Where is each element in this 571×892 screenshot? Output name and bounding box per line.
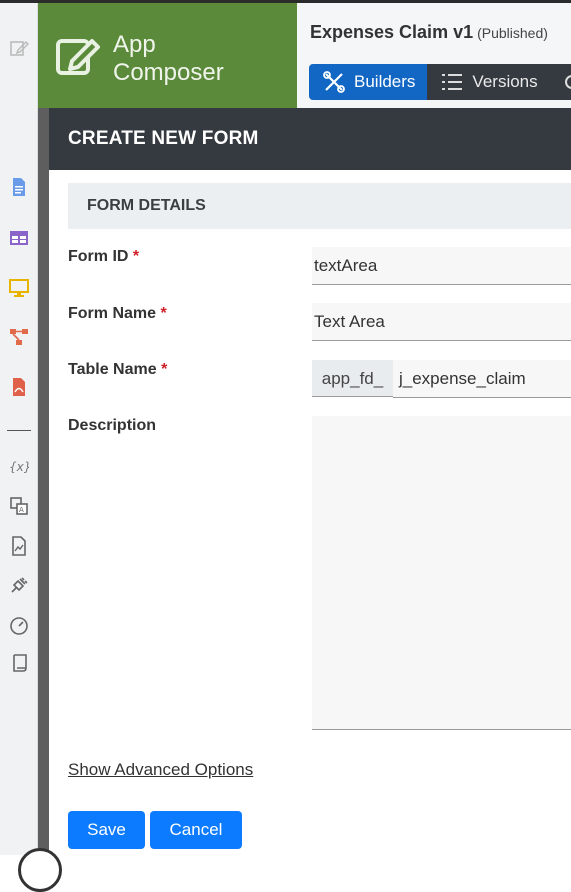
form-name-label: Form Name * <box>68 305 167 323</box>
table-name-label-text: Table Name <box>68 361 157 378</box>
app-title: Expenses Claim v1 (Published) <box>310 22 548 43</box>
table-prefix: app_fd_ <box>312 360 393 397</box>
svg-text:{x}: {x} <box>9 460 29 474</box>
brand-line-2: Composer <box>113 59 224 86</box>
show-advanced-options-link[interactable]: Show Advanced Options <box>68 760 253 780</box>
required-marker: * <box>161 361 168 378</box>
app-status: (Published) <box>477 25 548 41</box>
app-name: Expenses Claim v1 <box>310 22 474 42</box>
scroll-icon[interactable] <box>9 653 29 673</box>
report-icon[interactable] <box>9 536 29 556</box>
form-id-label-text: Form ID <box>68 248 129 265</box>
modal-title: CREATE NEW FORM <box>68 128 259 149</box>
section-title: FORM DETAILS <box>87 197 206 214</box>
tab-builders[interactable]: Builders <box>309 64 428 100</box>
description-label: Description <box>68 417 157 434</box>
process-icon[interactable] <box>9 327 29 347</box>
edit-icon <box>56 39 100 75</box>
form-name-label-text: Form Name <box>68 305 157 322</box>
tab-more[interactable] <box>549 64 571 100</box>
cancel-button[interactable]: Cancel <box>150 811 242 849</box>
builder-tabs: Builders Versions <box>309 64 571 100</box>
form-name-input[interactable]: Text Area <box>312 303 571 341</box>
form-id-input[interactable]: textArea <box>312 247 571 285</box>
form-id-label: Form ID * <box>68 248 139 266</box>
brand-line-1: App <box>113 31 156 58</box>
brand-name: App Composer <box>113 31 224 87</box>
modal-header: CREATE NEW FORM <box>49 108 571 170</box>
translate-icon[interactable]: A <box>9 496 29 516</box>
table-name-input[interactable]: j_expense_claim <box>393 360 571 398</box>
dashboard-icon[interactable] <box>9 615 29 635</box>
app-bar: Expenses Claim v1 (Published) Builders Ve… <box>297 3 571 108</box>
tab-versions-label: Versions <box>472 72 538 91</box>
list-icon <box>442 74 463 90</box>
gear-icon <box>564 75 571 89</box>
form-details-section: FORM DETAILS <box>68 183 571 229</box>
edit-icon[interactable] <box>9 38 29 58</box>
tools-icon <box>323 71 345 93</box>
monitor-icon[interactable] <box>9 278 29 298</box>
left-sidebar: {x} A <box>0 3 38 855</box>
variable-icon[interactable]: {x} <box>9 456 29 476</box>
required-marker: * <box>160 305 167 322</box>
plugin-icon[interactable] <box>9 575 29 595</box>
form-icon[interactable] <box>9 177 29 197</box>
tab-versions[interactable]: Versions <box>427 64 550 100</box>
save-button[interactable]: Save <box>68 811 145 849</box>
description-textarea[interactable] <box>312 416 571 730</box>
table-name-label: Table Name * <box>68 361 167 379</box>
app-composer-header[interactable]: App Composer <box>38 3 297 108</box>
required-marker: * <box>132 248 140 265</box>
table-icon[interactable] <box>9 228 29 248</box>
svg-text:A: A <box>19 506 24 514</box>
pdf-icon[interactable] <box>9 377 29 397</box>
tab-builders-label: Builders <box>354 72 416 91</box>
create-form-modal: CREATE NEW FORM FORM DETAILS Form ID * t… <box>49 108 571 855</box>
sidebar-divider <box>7 430 31 431</box>
